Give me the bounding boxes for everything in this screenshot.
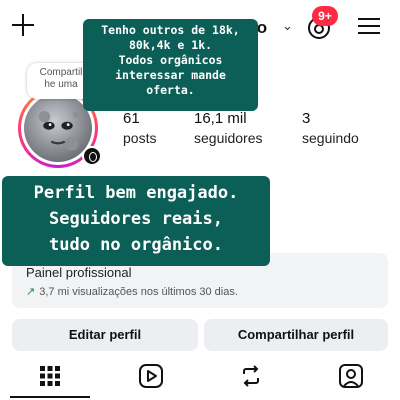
trend-up-icon: ↗ [26,286,36,298]
following-label[interactable]: seguindo [302,130,359,146]
following-count[interactable]: 3 [302,110,310,127]
reels-icon[interactable] [137,362,165,390]
share-profile-button[interactable]: Compartilhar perfil [204,319,388,351]
create-plus-icon[interactable] [10,12,36,38]
followers-label[interactable]: seguidores [194,130,263,146]
active-tab-indicator [10,396,90,398]
posts-label: posts [123,130,157,146]
edit-profile-button[interactable]: Editar perfil [12,319,198,351]
caption-other-accounts: Tenho outros de 18k, 80k,4k e 1k. Todos … [83,19,258,111]
dashboard-title: Painel profissional [26,265,132,280]
posts-count: 61 [123,110,140,127]
caption-engagement: Perfil bem engajado. Seguidores reais, t… [2,176,270,266]
reposts-icon[interactable] [237,362,265,390]
chevron-down-icon[interactable]: ⌄ [282,18,293,34]
dashboard-insight-text: 3,7 mi visualizações nos últimos 30 dias… [39,286,238,298]
grid-icon[interactable] [36,362,64,390]
notification-badge: 9+ [312,6,338,26]
dashboard-insight: ↗ 3,7 mi visualizações nos últimos 30 dia… [26,285,238,298]
threads-badge-icon[interactable] [82,146,102,166]
tagged-icon[interactable] [337,362,365,390]
menu-icon[interactable] [358,16,380,36]
followers-count[interactable]: 16,1 mil [194,110,247,127]
